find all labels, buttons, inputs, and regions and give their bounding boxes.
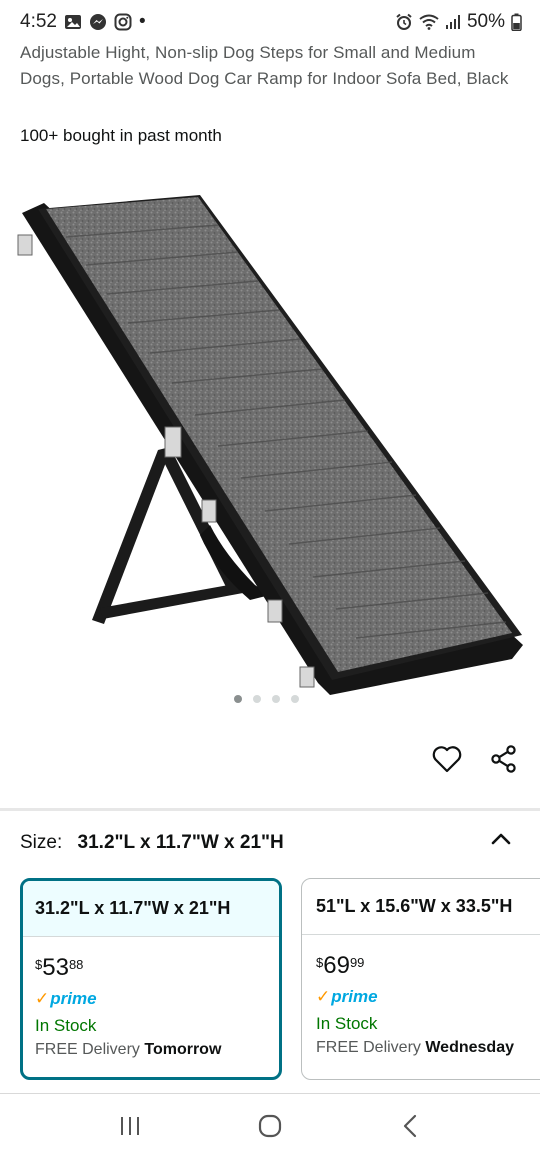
- price-currency: $: [35, 957, 43, 972]
- size-selected-value: 31.2"L x 11.7"W x 21"H: [77, 832, 284, 853]
- messenger-icon: [89, 13, 107, 31]
- dog-ramp-image: [17, 195, 523, 695]
- delivery-prefix: FREE Delivery: [316, 1039, 426, 1056]
- size-collapse-button[interactable]: [486, 824, 516, 854]
- status-bar: 4:52 • 50%: [0, 0, 540, 44]
- bought-count: 100+ bought in past month: [20, 126, 222, 145]
- product-title[interactable]: Adjustable Hight, Non-slip Dog Steps for…: [20, 40, 520, 92]
- delivery-info: FREE Delivery Tomorrow: [35, 1041, 267, 1059]
- size-label: Size:: [20, 832, 63, 853]
- option-price: $ 53 88: [35, 953, 267, 985]
- size-selector-header: Size: 31.2"L x 11.7"W x 21"H: [20, 832, 284, 854]
- prime-check-icon: ✓: [35, 989, 50, 1008]
- option-price: $ 69 99: [316, 951, 540, 983]
- back-button[interactable]: [385, 1101, 435, 1151]
- size-option-card[interactable]: 51"L x 15.6"W x 33.5"H $ 69 99 ✓ prime I…: [301, 878, 540, 1080]
- size-option-name: 51"L x 15.6"W x 33.5"H: [302, 879, 540, 935]
- image-pagination: [234, 695, 299, 703]
- image-dot[interactable]: [253, 695, 261, 703]
- prime-badge: ✓ prime: [316, 983, 540, 1011]
- prime-check-icon: ✓: [316, 987, 331, 1006]
- home-icon: [258, 1114, 282, 1138]
- delivery-info: FREE Delivery Wednesday: [316, 1039, 540, 1057]
- prime-label: prime: [50, 989, 97, 1008]
- recents-icon: [121, 1117, 139, 1135]
- status-left: 4:52 •: [20, 11, 146, 33]
- image-dot[interactable]: [291, 695, 299, 703]
- section-divider: [0, 808, 540, 811]
- alarm-icon: [395, 13, 413, 31]
- size-option-name: 31.2"L x 11.7"W x 21"H: [23, 881, 279, 937]
- wishlist-button[interactable]: [430, 742, 464, 776]
- price-whole: 53: [42, 954, 69, 981]
- back-chevron-icon: [403, 1114, 417, 1138]
- stock-status: In Stock: [316, 1014, 378, 1033]
- share-button[interactable]: [487, 742, 521, 776]
- image-dot[interactable]: [272, 695, 280, 703]
- delivery-day: Wednesday: [425, 1039, 514, 1056]
- stock-status: In Stock: [35, 1016, 97, 1035]
- chevron-up-icon: [491, 833, 511, 845]
- battery-percent: 50%: [466, 11, 505, 32]
- share-icon: [491, 745, 516, 773]
- size-option-details: $ 69 99 ✓ prime In Stock FREE Delivery W…: [302, 935, 540, 1057]
- delivery-prefix: FREE Delivery: [35, 1041, 145, 1058]
- system-nav-bar: [0, 1094, 540, 1158]
- prime-badge: ✓ prime: [35, 985, 267, 1013]
- instagram-icon: [114, 13, 132, 31]
- wifi-icon: [419, 14, 439, 30]
- gallery-icon: [64, 14, 82, 30]
- prime-label: prime: [331, 987, 378, 1006]
- size-option-details: $ 53 88 ✓ prime In Stock FREE Delivery T…: [23, 937, 279, 1059]
- status-right: 50%: [395, 11, 522, 33]
- product-image[interactable]: [0, 175, 540, 695]
- image-dot[interactable]: [234, 695, 242, 703]
- home-button[interactable]: [245, 1101, 295, 1151]
- price-whole: 69: [323, 952, 350, 979]
- battery-icon: [511, 13, 522, 31]
- status-time: 4:52: [20, 11, 57, 32]
- price-currency: $: [316, 955, 324, 970]
- recents-button[interactable]: [105, 1101, 155, 1151]
- status-dot: •: [138, 11, 146, 32]
- heart-icon: [432, 746, 462, 773]
- price-fraction: 99: [349, 955, 365, 970]
- size-option-card[interactable]: 31.2"L x 11.7"W x 21"H $ 53 88 ✓ prime I…: [20, 878, 282, 1080]
- signal-icon: [445, 14, 461, 30]
- delivery-day: Tomorrow: [144, 1041, 222, 1058]
- price-fraction: 88: [68, 957, 84, 972]
